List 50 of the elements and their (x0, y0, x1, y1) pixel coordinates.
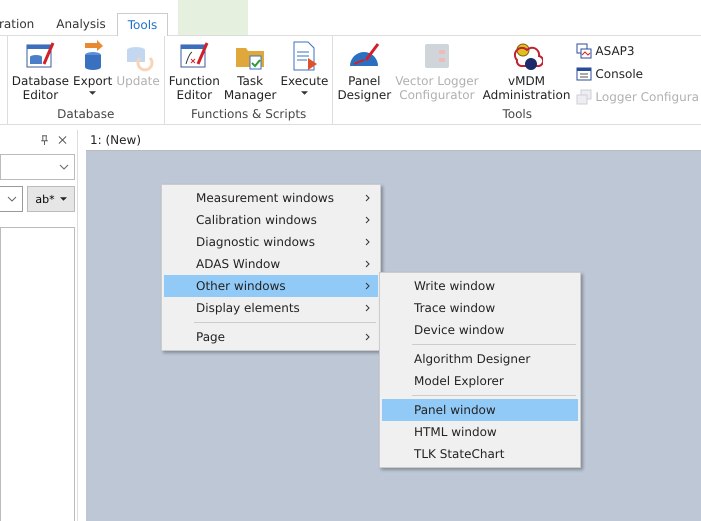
ribbon-button[interactable]: ASAP3 (576, 40, 699, 61)
chevron-right-icon (365, 238, 370, 246)
filter-dropdown-button[interactable]: ab* (27, 186, 75, 212)
menu-item[interactable]: Diagnostic windows (164, 231, 378, 253)
menu-item[interactable]: Device window (382, 319, 578, 341)
ribbon-button[interactable]: Database Editor (10, 40, 72, 102)
menu-item[interactable]: TLK StateChart (382, 443, 578, 465)
caret-icon (60, 197, 67, 201)
ribbon-button[interactable]: Panel Designer (335, 40, 394, 102)
menu-item[interactable]: Calibration windows (164, 209, 378, 231)
ribbon-button[interactable]: Export (71, 40, 114, 95)
chevron-right-icon (365, 216, 370, 224)
title-bar-highlight (178, 0, 248, 35)
chevron-right-icon (365, 194, 370, 202)
chart-window-icon (576, 42, 592, 58)
chevron-right-icon (365, 333, 370, 341)
group-label: Tools (501, 107, 533, 123)
ribbon-button[interactable]: vMDM Administration (480, 40, 572, 102)
menu-item[interactable]: Page (164, 326, 378, 348)
chevron-right-icon (365, 304, 370, 312)
menu-item[interactable]: Measurement windows (164, 187, 378, 209)
group-label: Database (56, 107, 116, 123)
ribbon-tab[interactable]: ration (0, 13, 46, 35)
menu-item[interactable]: Write window (382, 275, 578, 297)
menu-item[interactable]: Trace window (382, 297, 578, 319)
menu-item[interactable]: ADAS Window (164, 253, 378, 275)
chevron-right-icon (365, 282, 370, 290)
ribbon-button[interactable]: Task Manager (222, 40, 278, 102)
windows-icon (576, 88, 592, 104)
menu-item[interactable]: Display elements (164, 297, 378, 319)
chevron-right-icon (365, 260, 370, 268)
menu-item[interactable]: Other windows (164, 275, 378, 297)
caret-icon (89, 91, 96, 95)
menu-item[interactable]: Algorithm Designer (382, 348, 578, 370)
combo-box[interactable] (0, 154, 75, 180)
caret-icon (300, 91, 308, 95)
close-icon[interactable] (58, 135, 67, 145)
ribbon-button[interactable]: Console (576, 63, 699, 84)
ribbon-tab[interactable]: Analysis (45, 13, 117, 35)
combo-box[interactable] (0, 186, 23, 212)
menu-item[interactable]: Model Explorer (382, 370, 578, 392)
ribbon-button[interactable]: Function Editor (166, 40, 222, 102)
ribbon-tab[interactable]: Tools (116, 13, 168, 36)
menu-item[interactable]: HTML window (382, 421, 578, 443)
menu-item[interactable]: Panel window (382, 399, 578, 421)
console-window-icon (576, 66, 592, 82)
ribbon-button[interactable]: Execute (278, 40, 330, 95)
group-label: Functions & Scripts (190, 107, 308, 123)
list-box[interactable] (0, 227, 75, 521)
pin-icon[interactable] (40, 135, 49, 145)
